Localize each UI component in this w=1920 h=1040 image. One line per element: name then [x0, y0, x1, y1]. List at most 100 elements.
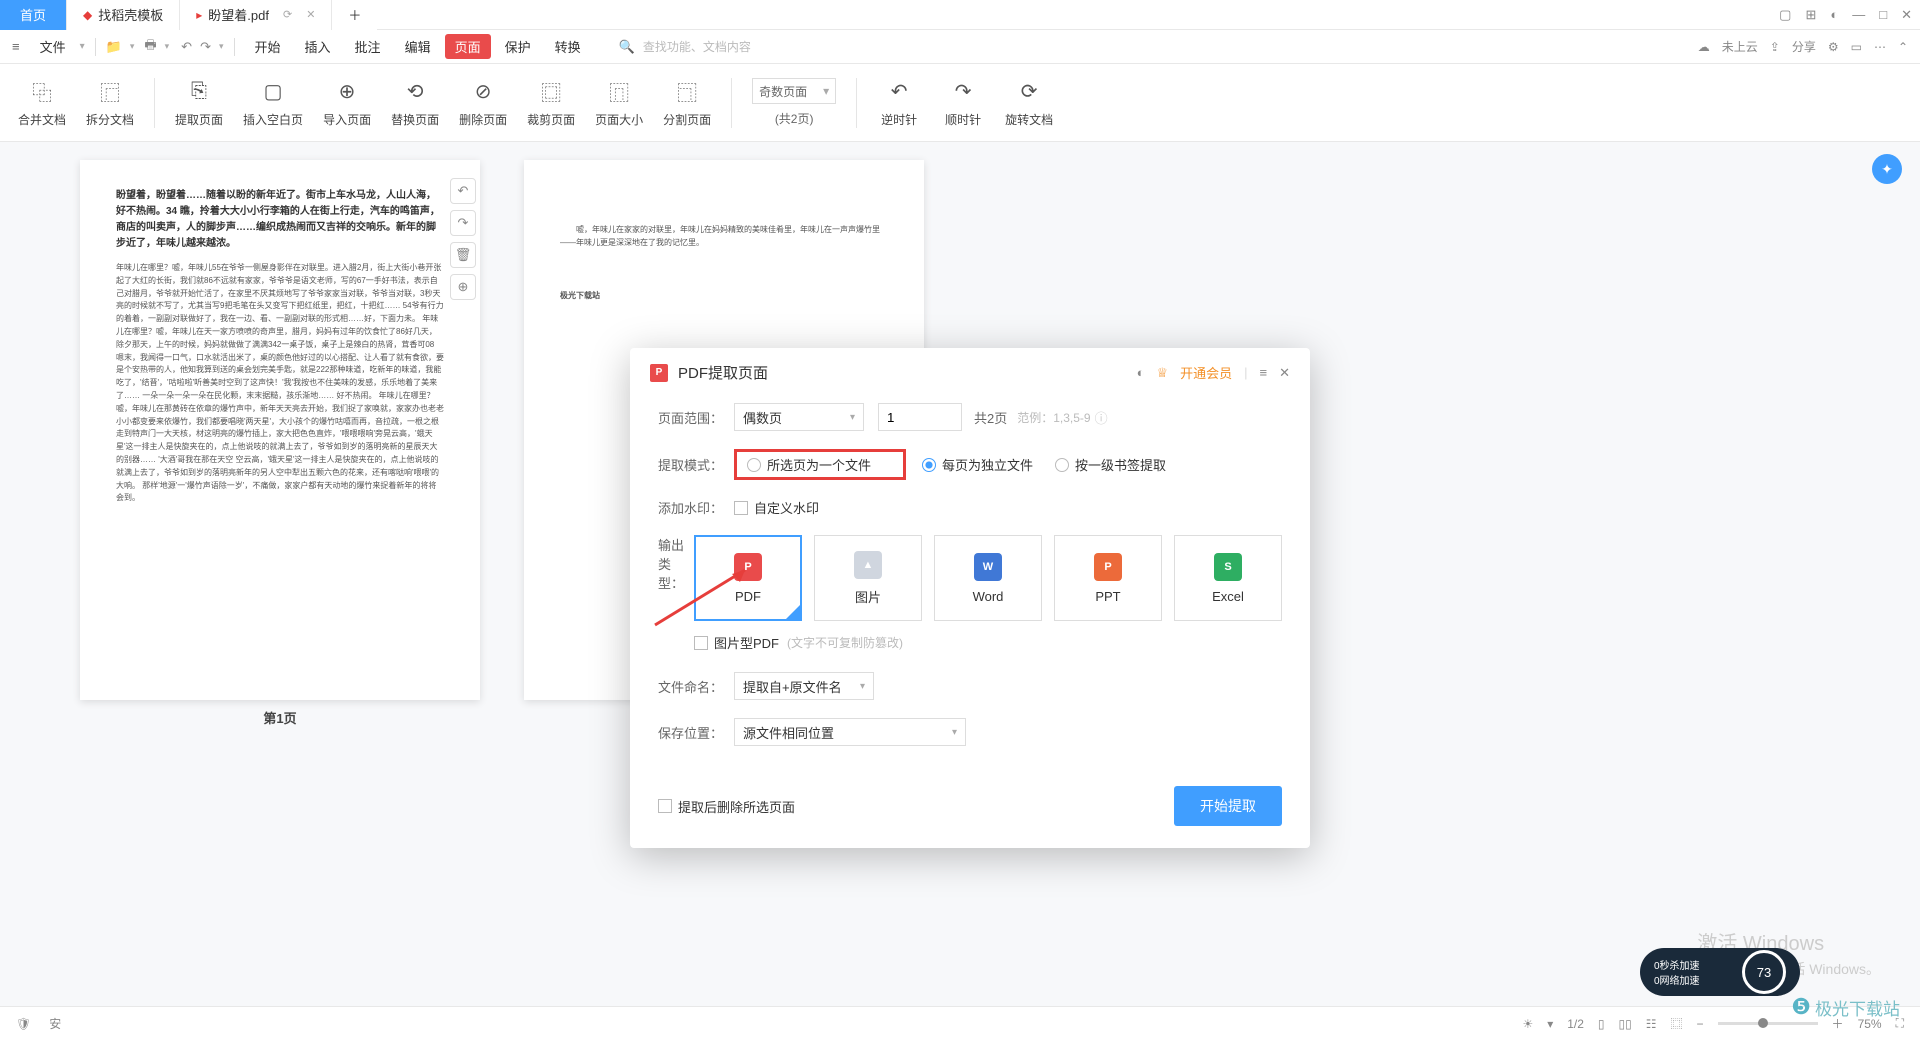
merge-button[interactable]: ⿻合并文档	[18, 77, 66, 128]
crop-button[interactable]: ⿴裁剪页面	[527, 77, 575, 128]
search-icon[interactable]: 🔍	[619, 39, 635, 55]
zoom-slider[interactable]	[1718, 1022, 1818, 1025]
tab-close-icon[interactable]: ✕	[306, 8, 315, 21]
hamburger-icon[interactable]: ≡	[12, 39, 20, 54]
imgpdf-checkbox[interactable]	[694, 636, 708, 650]
continuous-icon[interactable]: ☷	[1646, 1017, 1657, 1031]
chevron-down-icon[interactable]: ▾	[219, 41, 224, 52]
blank-button[interactable]: ▢插入空白页	[243, 77, 303, 128]
radio-one-file[interactable]: 所选页为一个文件	[747, 455, 871, 474]
radio-each-file[interactable]: 每页为独立文件	[922, 455, 1033, 474]
share-icon[interactable]: ⇪	[1770, 40, 1780, 54]
menu-insert[interactable]: 插入	[295, 34, 341, 59]
menu-icon[interactable]: ≡	[1260, 365, 1268, 380]
menu-start[interactable]: 开始	[245, 34, 291, 59]
cw-button[interactable]: ↷顺时针	[941, 77, 985, 128]
rotate-ccw-icon[interactable]: ↶	[450, 178, 476, 204]
cloud-status[interactable]: 未上云	[1722, 38, 1758, 55]
open-icon[interactable]: 📁	[106, 39, 122, 55]
mode-label: 提取模式：	[658, 455, 734, 474]
screen-icon[interactable]: ▭	[1851, 40, 1862, 54]
rotate-button[interactable]: ⟳旋转文档	[1005, 77, 1053, 128]
delete-icon: ⊘	[469, 77, 497, 105]
otype-pdf[interactable]: PPDF	[694, 535, 802, 621]
undo-icon[interactable]: ↶	[181, 39, 192, 55]
collapse-icon[interactable]: ⌃	[1898, 40, 1908, 54]
ccw-button[interactable]: ↶逆时针	[877, 77, 921, 128]
avatar-icon[interactable]: ◐	[1830, 7, 1838, 22]
menu-edit[interactable]: 编辑	[395, 34, 441, 59]
otype-excel[interactable]: SExcel	[1174, 535, 1282, 621]
vip-link[interactable]: 开通会员	[1180, 363, 1232, 382]
otype-image[interactable]: ▲图片	[814, 535, 922, 621]
page-1-label: 第1页	[80, 708, 480, 727]
more-icon[interactable]: ⋯	[1874, 40, 1886, 54]
fit-icon[interactable]: ⿴	[1671, 1015, 1683, 1032]
avatar-small-icon[interactable]: ◐	[1137, 365, 1145, 380]
extract-button[interactable]: ⎘提取页面	[175, 77, 223, 128]
delete-button[interactable]: ⊘删除页面	[459, 77, 507, 128]
close-window-icon[interactable]: ✕	[1901, 7, 1912, 23]
share-label[interactable]: 分享	[1792, 38, 1816, 55]
speed-widget[interactable]: 0秒杀加速 0网络加速 73	[1640, 948, 1800, 996]
size-button[interactable]: ⿵页面大小	[595, 77, 643, 128]
single-page-icon[interactable]: ▯	[1598, 1017, 1605, 1031]
chevron-down-icon[interactable]: ▾	[1547, 1017, 1553, 1031]
print-icon[interactable]: 🖶	[144, 36, 156, 58]
dialog-header: P PDF提取页面 ◐ ♕ 开通会员 | ≡ ✕	[630, 348, 1310, 397]
start-extract-button[interactable]: 开始提取	[1174, 786, 1282, 826]
wm-checkbox[interactable]	[734, 501, 748, 515]
tab-refresh-icon[interactable]: ⟳	[283, 8, 292, 21]
layout1-icon[interactable]: ▢	[1779, 7, 1791, 23]
gear-icon[interactable]: ⚙	[1828, 40, 1839, 54]
cloud-icon[interactable]: ☁	[1698, 40, 1710, 54]
page-1[interactable]: ↶ ↷ 🗑 ⊕ 盼望着，盼望着……随着以盼的新年近了。街市上车水马龙，人山人海，…	[80, 160, 480, 700]
tab-add[interactable]: ＋	[332, 0, 377, 30]
trash-icon[interactable]: 🗑	[450, 242, 476, 268]
fname-select[interactable]: 提取自+原文件名▾	[734, 672, 874, 700]
rotate-cw-icon[interactable]: ↷	[450, 210, 476, 236]
tab-templates[interactable]: ◆ 找稻壳模板	[67, 0, 180, 30]
otype-ppt[interactable]: PPPT	[1054, 535, 1162, 621]
range-input[interactable]	[878, 403, 962, 431]
otype-word[interactable]: WWord	[934, 535, 1042, 621]
save-select[interactable]: 源文件相同位置▾	[734, 718, 966, 746]
range-select[interactable]: 偶数页▾	[734, 403, 864, 431]
page-indicator[interactable]: 1/2	[1567, 1017, 1584, 1031]
chevron-down-icon[interactable]: ▾	[130, 41, 135, 52]
row-filename: 文件命名： 提取自+原文件名▾	[658, 672, 1282, 700]
info-icon[interactable]: ⓘ	[1095, 408, 1108, 427]
radio-bookmark[interactable]: 按一级书签提取	[1055, 455, 1166, 474]
dialog-close-icon[interactable]: ✕	[1279, 365, 1290, 381]
chevron-down-icon[interactable]: ▾	[80, 41, 85, 52]
split-button[interactable]: ⿸拆分文档	[86, 77, 134, 128]
delafter-label: 提取后删除所选页面	[678, 797, 795, 816]
tab-home[interactable]: 首页	[0, 0, 67, 30]
menu-annotate[interactable]: 批注	[345, 34, 391, 59]
security-icon[interactable]: 🛡	[16, 1017, 31, 1031]
menu-page[interactable]: 页面	[445, 34, 491, 59]
import-button[interactable]: ⊕导入页面	[323, 77, 371, 128]
two-page-icon[interactable]: ▯▯	[1619, 1017, 1632, 1031]
replace-button[interactable]: ⟲替换页面	[391, 77, 439, 128]
menu-protect[interactable]: 保护	[495, 34, 541, 59]
dialog-title: PDF提取页面	[678, 362, 768, 383]
splitpg-button[interactable]: ⿹分割页面	[663, 77, 711, 128]
maximize-icon[interactable]: □	[1879, 7, 1887, 22]
sun-icon[interactable]: ☀	[1522, 1017, 1533, 1031]
crown-icon: ♕	[1156, 365, 1168, 381]
zoom-out-icon[interactable]: −	[1697, 1017, 1704, 1031]
fab-button[interactable]: ✦	[1872, 154, 1902, 184]
file-menu[interactable]: 文件	[30, 34, 76, 59]
chevron-down-icon[interactable]: ▾	[165, 41, 170, 52]
layout2-icon[interactable]: ⊞	[1805, 7, 1816, 23]
fname-label: 文件命名：	[658, 677, 734, 696]
menu-convert[interactable]: 转换	[545, 34, 591, 59]
redo-icon[interactable]: ↷	[200, 39, 211, 55]
search-input[interactable]: 查找功能、文档内容	[643, 38, 751, 55]
tab-document[interactable]: ▸ 盼望着.pdf ⟳ ✕	[180, 0, 332, 30]
zoom-icon[interactable]: ⊕	[450, 274, 476, 300]
delafter-checkbox[interactable]	[658, 799, 672, 813]
page-select[interactable]: 奇数页面▾	[752, 78, 836, 104]
minimize-icon[interactable]: —	[1852, 7, 1865, 22]
